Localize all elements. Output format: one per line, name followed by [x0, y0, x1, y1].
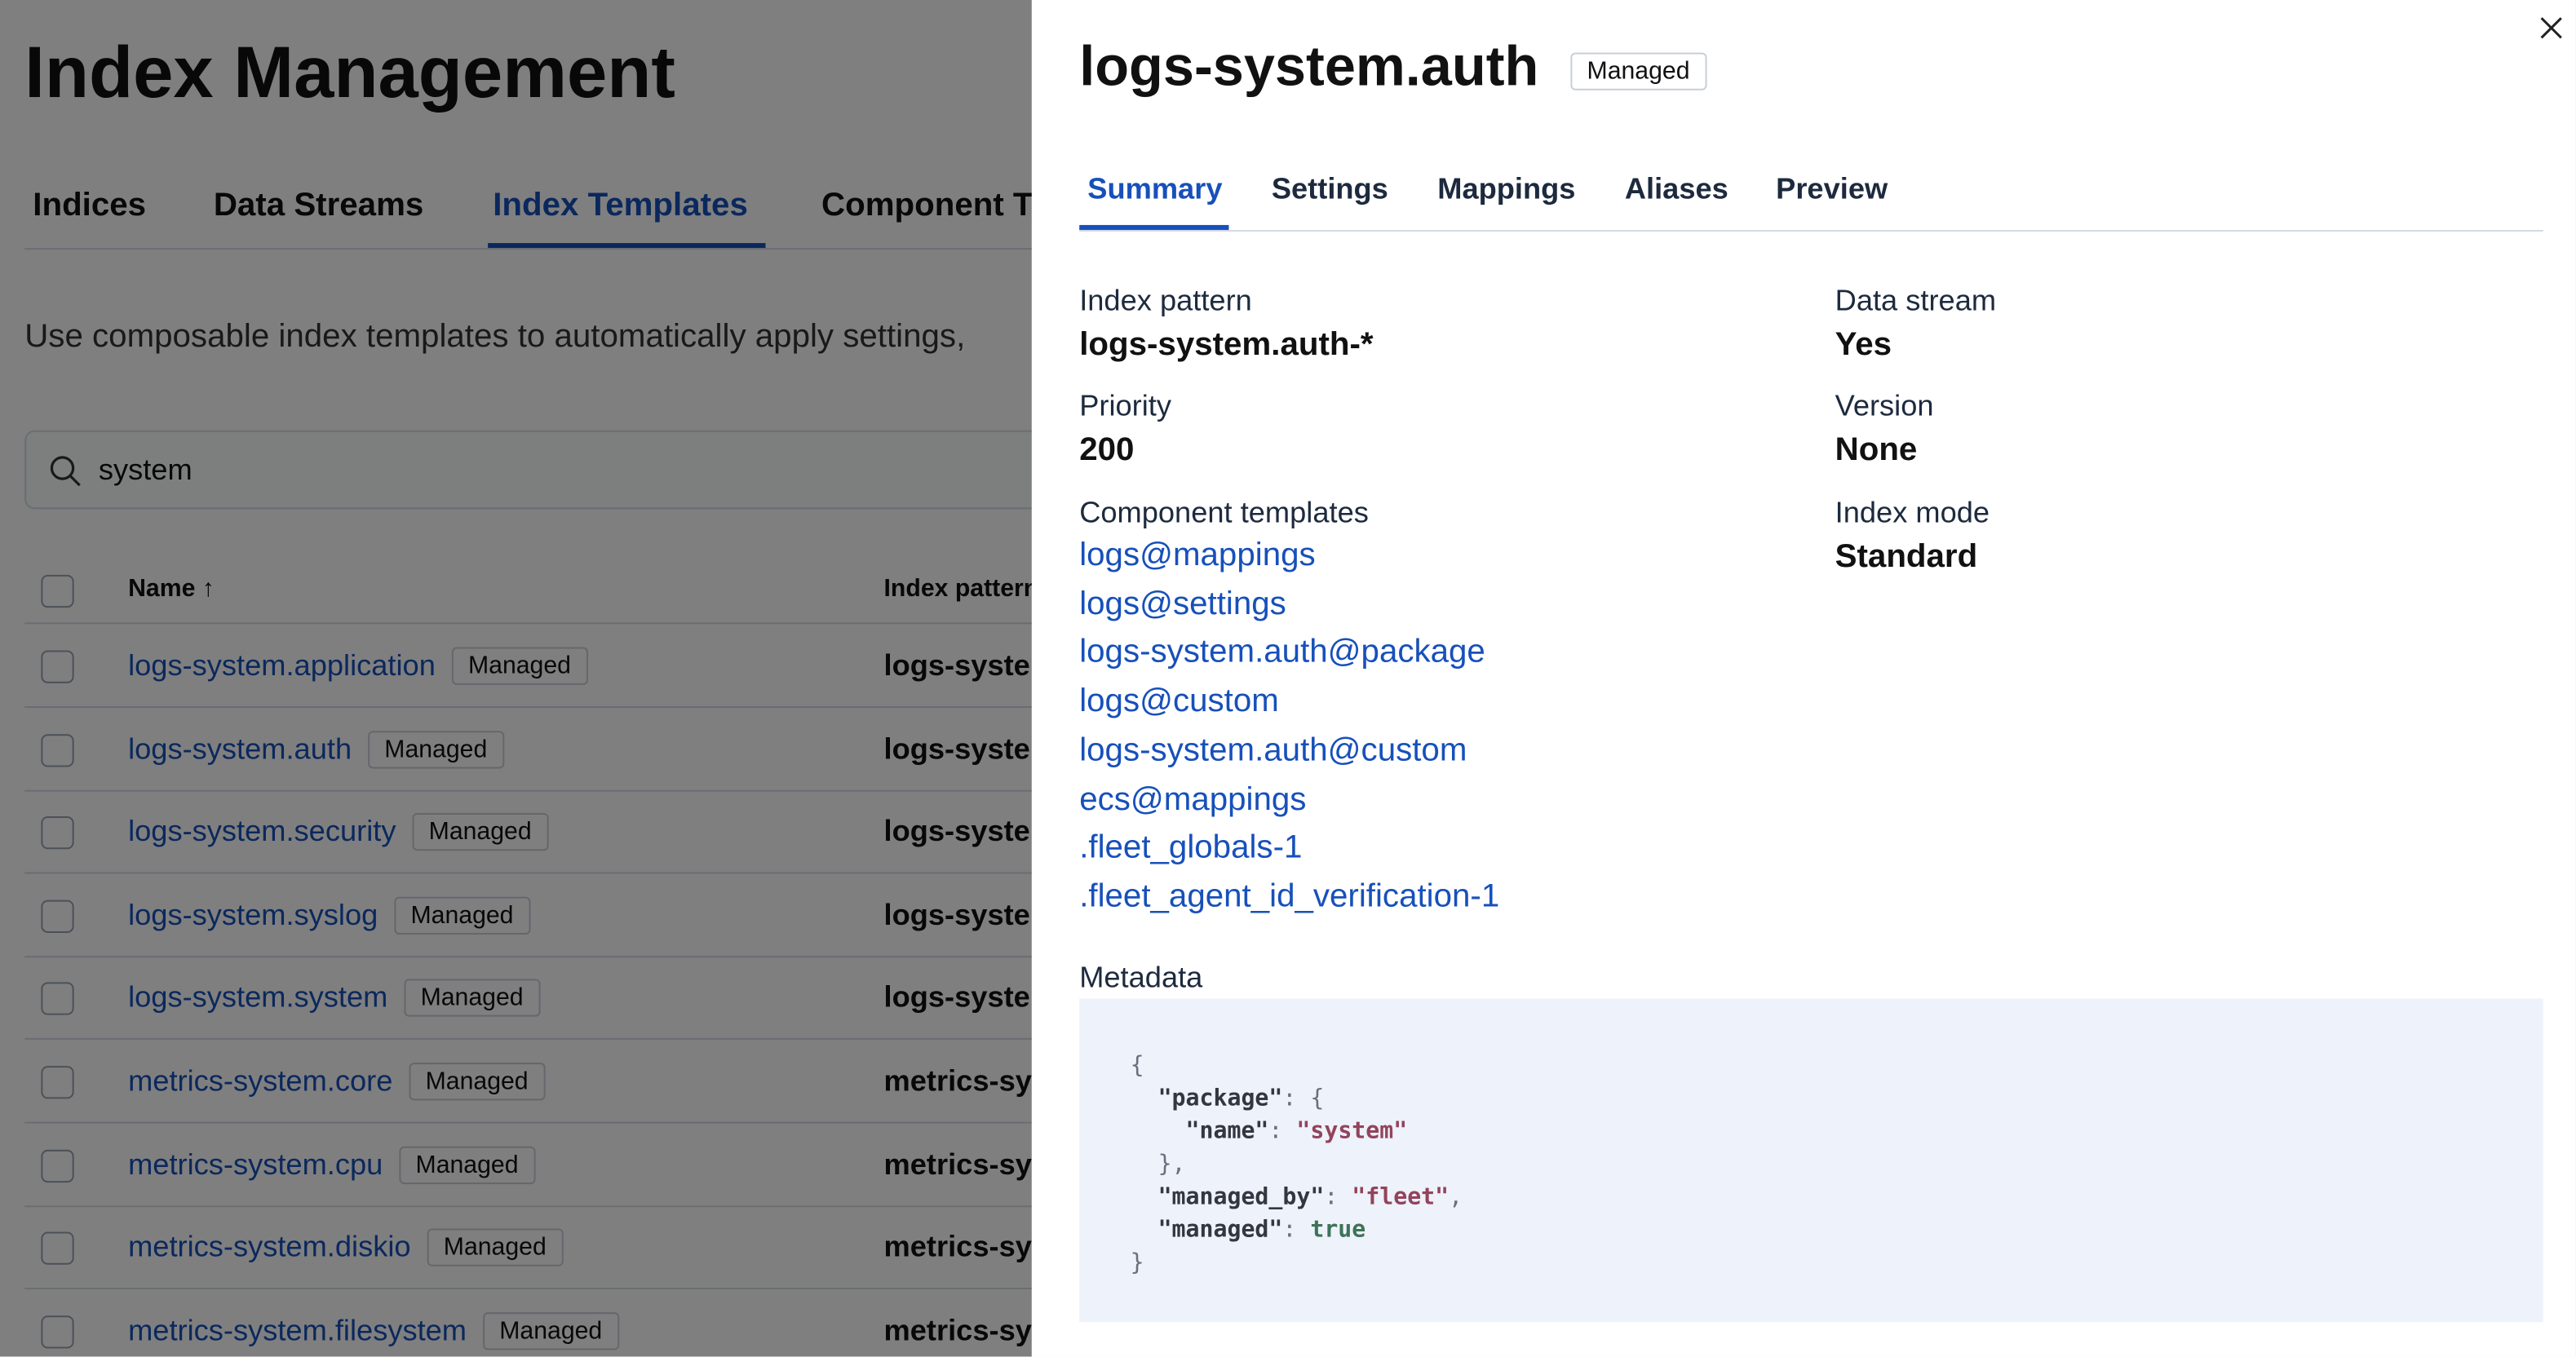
tab-settings[interactable]: Settings [1272, 172, 1388, 206]
version-value: None [1835, 431, 1918, 468]
component-templates-label: Component templates [1079, 496, 1369, 529]
component-template-link[interactable]: logs@custom [1079, 683, 1279, 721]
metadata-code-block: { "package": { "name": "system" }, "mana… [1079, 998, 2543, 1323]
metadata-label: Metadata [1079, 961, 1203, 994]
index-pattern-value: logs-system.auth-* [1079, 326, 1374, 364]
component-template-link[interactable]: logs@mappings [1079, 537, 1315, 575]
data-stream-value: Yes [1835, 326, 1892, 364]
tabs-divider [1079, 229, 2543, 232]
component-template-link[interactable]: logs@settings [1079, 586, 1286, 623]
component-template-link[interactable]: logs-system.auth@custom [1079, 732, 1467, 770]
flyout-title: logs-system.auth [1079, 36, 1539, 99]
priority-value: 200 [1079, 431, 1135, 468]
template-details-flyout: logs-system.auth Managed Summary Setting… [1031, 0, 2576, 1357]
tab-summary[interactable]: Summary [1087, 172, 1222, 206]
priority-label: Priority [1079, 389, 1172, 422]
close-icon[interactable] [2540, 16, 2563, 39]
component-template-link[interactable]: logs-system.auth@package [1079, 634, 1485, 672]
tab-aliases[interactable]: Aliases [1625, 172, 1728, 206]
version-label: Version [1835, 389, 1934, 422]
tab-mappings[interactable]: Mappings [1437, 172, 1575, 206]
tab-preview[interactable]: Preview [1776, 172, 1888, 206]
component-template-link[interactable]: ecs@mappings [1079, 781, 1306, 819]
component-template-link[interactable]: .fleet_agent_id_verification-1 [1079, 878, 1499, 916]
data-stream-label: Data stream [1835, 284, 1997, 317]
index-mode-value: Standard [1835, 538, 1978, 575]
active-tab-indicator [1079, 224, 1229, 230]
component-template-link[interactable]: .fleet_globals-1 [1079, 829, 1302, 867]
index-mode-label: Index mode [1835, 496, 1990, 529]
managed-badge: Managed [1570, 52, 1706, 91]
index-pattern-label: Index pattern [1079, 284, 1252, 317]
